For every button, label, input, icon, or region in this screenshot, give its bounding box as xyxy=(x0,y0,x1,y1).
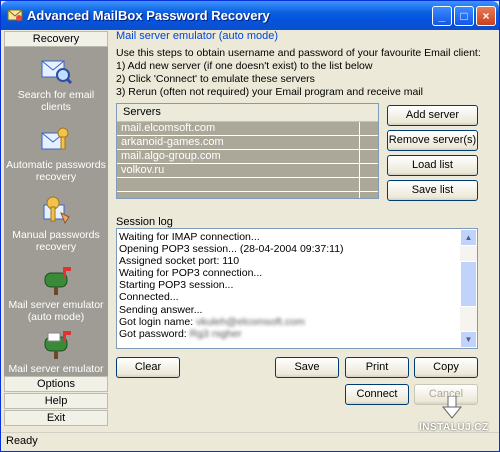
watermark-text: INSTALUJ.CZ xyxy=(419,422,489,433)
add-server-button[interactable]: Add server xyxy=(387,105,478,126)
server-name: mail.elcomsoft.com xyxy=(121,122,216,134)
sidebar-item-options[interactable]: Options xyxy=(4,376,108,392)
copy-button[interactable]: Copy xyxy=(414,357,478,378)
manual-key-icon xyxy=(43,196,70,225)
connect-button[interactable]: Connect xyxy=(345,384,409,405)
log-label: Got login name: xyxy=(119,315,194,328)
save-log-button[interactable]: Save xyxy=(275,357,339,378)
session-log-label: Session log xyxy=(116,216,173,228)
scroll-thumb[interactable] xyxy=(460,261,477,307)
window-title: Advanced MailBox Password Recovery xyxy=(27,8,270,23)
recovery-panel: Search for email clients Automatic passw… xyxy=(4,47,108,391)
sidebar-item-auto-recovery[interactable]: Automatic passwords recovery xyxy=(4,125,108,183)
mailbox-manual-icon xyxy=(44,331,71,359)
servers-header-label: Servers xyxy=(123,106,161,118)
watermark: INSTALUJ.CZ xyxy=(403,396,499,436)
sidebar-item-label: Automatic passwords recovery xyxy=(6,159,106,183)
save-list-button[interactable]: Save list xyxy=(387,180,478,201)
load-list-button[interactable]: Load list xyxy=(387,155,478,176)
print-button[interactable]: Print xyxy=(345,357,409,378)
instruction-line: 1) Add new server (if one doesn't exist)… xyxy=(116,60,373,72)
log-line: Starting POP3 session... xyxy=(119,279,234,292)
server-name: arkanoid-games.com xyxy=(121,136,224,148)
log-line: Sending answer... xyxy=(119,303,203,316)
list-item[interactable]: mail.elcomsoft.com xyxy=(117,122,378,136)
servers-list[interactable]: Servers mail.elcomsoft.com arkanoid-game… xyxy=(116,103,379,199)
log-line: Assigned socket port: 110 xyxy=(119,255,240,268)
instruction-line: 2) Click 'Connect' to emulate these serv… xyxy=(116,73,315,85)
server-name: volkov.ru xyxy=(121,164,165,176)
sidebar-item-manual-recovery[interactable]: Manual passwords recovery xyxy=(4,195,108,253)
title-bar[interactable]: Advanced MailBox Password Recovery _ □ × xyxy=(1,1,499,30)
password-value: Rg3 rsgher xyxy=(189,327,242,340)
list-item-empty[interactable] xyxy=(117,178,378,192)
sidebar-item-emulator-auto[interactable]: Mail server emulator (auto mode) xyxy=(4,265,108,323)
sidebar-item-exit[interactable]: Exit xyxy=(4,410,108,426)
log-scrollbar[interactable]: ▲ ▼ xyxy=(460,229,477,348)
log-line: Connected... xyxy=(119,291,179,304)
list-item[interactable]: volkov.ru xyxy=(117,164,378,178)
search-mail-icon xyxy=(41,60,73,85)
maximize-button[interactable]: □ xyxy=(454,6,474,26)
list-item-empty[interactable] xyxy=(117,192,378,198)
list-item[interactable]: arkanoid-games.com xyxy=(117,136,378,150)
instruction-line: Use this steps to obtain username and pa… xyxy=(116,47,481,59)
sidebar-item-label: Search for email clients xyxy=(17,89,95,113)
log-line: Opening POP3 session... (28-04-2004 09:3… xyxy=(119,243,344,256)
log-label: Got password: xyxy=(119,327,187,340)
remove-server-button[interactable]: Remove server(s) xyxy=(387,130,478,151)
mailbox-icon xyxy=(44,267,71,295)
session-log[interactable]: Waiting for IMAP connection... Opening P… xyxy=(116,228,478,349)
close-button[interactable]: × xyxy=(476,6,496,26)
sidebar-item-search[interactable]: Search for email clients xyxy=(4,55,108,113)
servers-column-header[interactable]: Servers xyxy=(117,104,378,122)
sidebar-header-recovery[interactable]: Recovery xyxy=(4,31,108,47)
download-arrow-icon xyxy=(441,396,463,419)
log-line: Got password: Rg3 rsgher xyxy=(119,328,459,340)
app-icon xyxy=(7,9,23,21)
sidebar: Recovery Search for email clients Automa… xyxy=(4,31,108,428)
sidebar-item-help[interactable]: Help xyxy=(4,393,108,409)
log-line: Waiting for IMAP connection... xyxy=(119,231,260,243)
scroll-up-icon[interactable]: ▲ xyxy=(460,229,477,246)
list-item[interactable]: mail.algo-group.com xyxy=(117,150,378,164)
minimize-button[interactable]: _ xyxy=(432,6,452,26)
status-text: Ready xyxy=(6,435,38,447)
sidebar-item-label: Mail server emulator (auto mode) xyxy=(8,299,104,323)
key-mail-icon xyxy=(41,127,69,150)
server-name: mail.algo-group.com xyxy=(121,150,221,162)
instruction-line: 3) Rerun (often not required) your Email… xyxy=(116,86,423,98)
log-line: Waiting for POP3 connection... xyxy=(119,267,263,280)
clear-button[interactable]: Clear xyxy=(116,357,180,378)
login-value: vkuleh@elcomsoft.com xyxy=(196,315,305,328)
scroll-down-icon[interactable]: ▼ xyxy=(460,331,477,348)
app-window: Advanced MailBox Password Recovery _ □ ×… xyxy=(0,0,500,452)
log-line: Got login name: vkuleh@elcomsoft.com xyxy=(119,316,459,328)
instructions: Use this steps to obtain username and pa… xyxy=(116,47,481,99)
sidebar-item-label: Manual passwords recovery xyxy=(12,229,100,253)
section-title: Mail server emulator (auto mode) xyxy=(116,30,279,42)
